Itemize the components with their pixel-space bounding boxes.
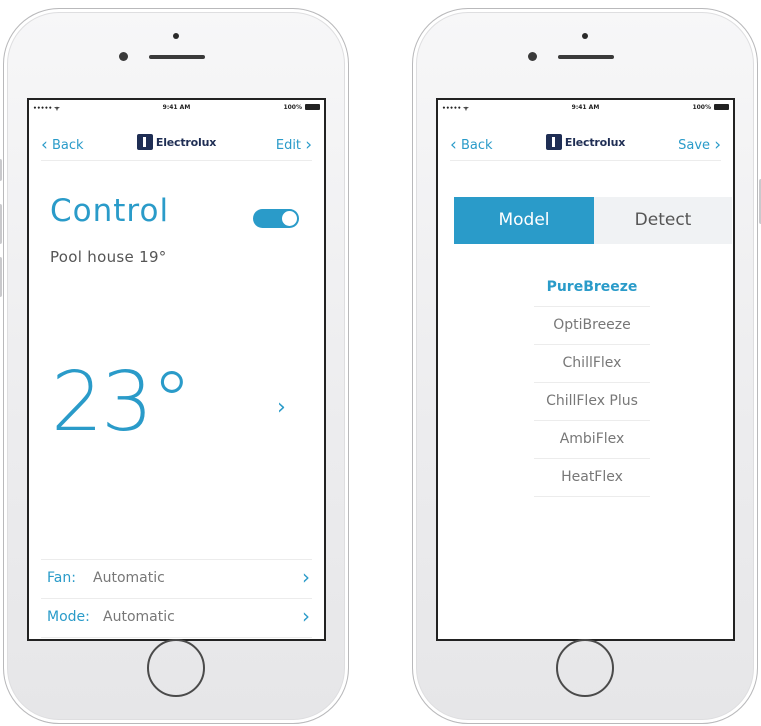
status-time: 9:41 AM	[571, 104, 600, 111]
home-button[interactable]	[147, 639, 205, 697]
edit-label: Edit	[275, 138, 302, 153]
status-bar: ••••• ᯤ 9:41 AM 100%	[29, 100, 324, 114]
proximity-sensor	[528, 52, 537, 61]
location-subtitle: Pool house 19°	[50, 248, 167, 266]
control-screen: ••••• ᯤ 9:41 AM 100% ‹ Back Electrolux E…	[27, 98, 326, 641]
phone-right: ••••• ᯤ 9:41 AM 100% ‹ Back Electrolux S…	[412, 8, 761, 724]
mode-key: Mode:	[47, 609, 90, 625]
model-item-chillflex[interactable]: ChillFlex	[534, 345, 650, 383]
battery-icon	[714, 104, 729, 110]
save-label: Save	[678, 138, 711, 153]
model-item-chillflex-plus[interactable]: ChillFlex Plus	[534, 383, 650, 421]
front-camera	[582, 33, 588, 39]
fan-value: Automatic	[93, 570, 165, 586]
home-button[interactable]	[556, 639, 614, 697]
model-item-heatflex[interactable]: HeatFlex	[534, 459, 650, 497]
electrolux-logo-icon	[136, 134, 153, 150]
electrolux-logo-icon	[545, 134, 562, 150]
chevron-right-icon: ›	[305, 135, 312, 155]
chevron-right-icon: ›	[714, 135, 721, 155]
fan-key: Fan:	[47, 570, 76, 586]
model-item-purebreeze[interactable]: PureBreeze	[534, 269, 650, 307]
save-button[interactable]: Save ›	[678, 135, 721, 155]
earpiece-speaker	[558, 55, 614, 59]
nav-bar: ‹ Back Electrolux Save ›	[450, 130, 721, 161]
chevron-right-icon: ›	[302, 604, 310, 628]
mode-value: Automatic	[103, 609, 175, 625]
brand-name: Electrolux	[564, 136, 626, 149]
front-camera	[173, 33, 179, 39]
toggle-knob	[282, 211, 297, 226]
page-title: Control	[50, 193, 170, 229]
battery-icon	[305, 104, 320, 110]
model-screen: ••••• ᯤ 9:41 AM 100% ‹ Back Electrolux S…	[436, 98, 735, 641]
proximity-sensor	[119, 52, 128, 61]
chevron-right-icon: ›	[302, 565, 310, 589]
divider	[41, 637, 312, 638]
earpiece-speaker	[149, 55, 205, 59]
volume-up-button	[0, 204, 2, 244]
mode-setting-row[interactable]: Mode: Automatic ›	[41, 598, 312, 637]
status-bar: ••••• ᯤ 9:41 AM 100%	[438, 100, 733, 114]
brand-logo: Electrolux	[41, 134, 312, 150]
power-toggle[interactable]	[253, 209, 299, 228]
edit-button[interactable]: Edit ›	[276, 135, 312, 155]
model-list: PureBreeze OptiBreeze ChillFlex ChillFle…	[534, 269, 650, 497]
nav-bar: ‹ Back Electrolux Edit ›	[41, 130, 312, 161]
phone-left: ••••• ᯤ 9:41 AM 100% ‹ Back Electrolux E…	[0, 8, 349, 724]
segmented-control: Model Detect	[454, 197, 732, 244]
model-item-ambiflex[interactable]: AmbiFlex	[534, 421, 650, 459]
temperature-chevron-icon[interactable]: ›	[277, 395, 286, 420]
battery-percent: 100%	[692, 104, 711, 111]
battery-percent: 100%	[283, 104, 302, 111]
brand-name: Electrolux	[155, 136, 217, 149]
model-item-optibreeze[interactable]: OptiBreeze	[534, 307, 650, 345]
segment-detect[interactable]: Detect	[594, 197, 732, 244]
mute-switch	[0, 159, 2, 181]
fan-setting-row[interactable]: Fan: Automatic ›	[41, 559, 312, 598]
volume-down-button	[0, 257, 2, 297]
temperature-readout: 23°	[51, 355, 192, 450]
status-time: 9:41 AM	[162, 104, 191, 111]
segment-model[interactable]: Model	[454, 197, 594, 244]
